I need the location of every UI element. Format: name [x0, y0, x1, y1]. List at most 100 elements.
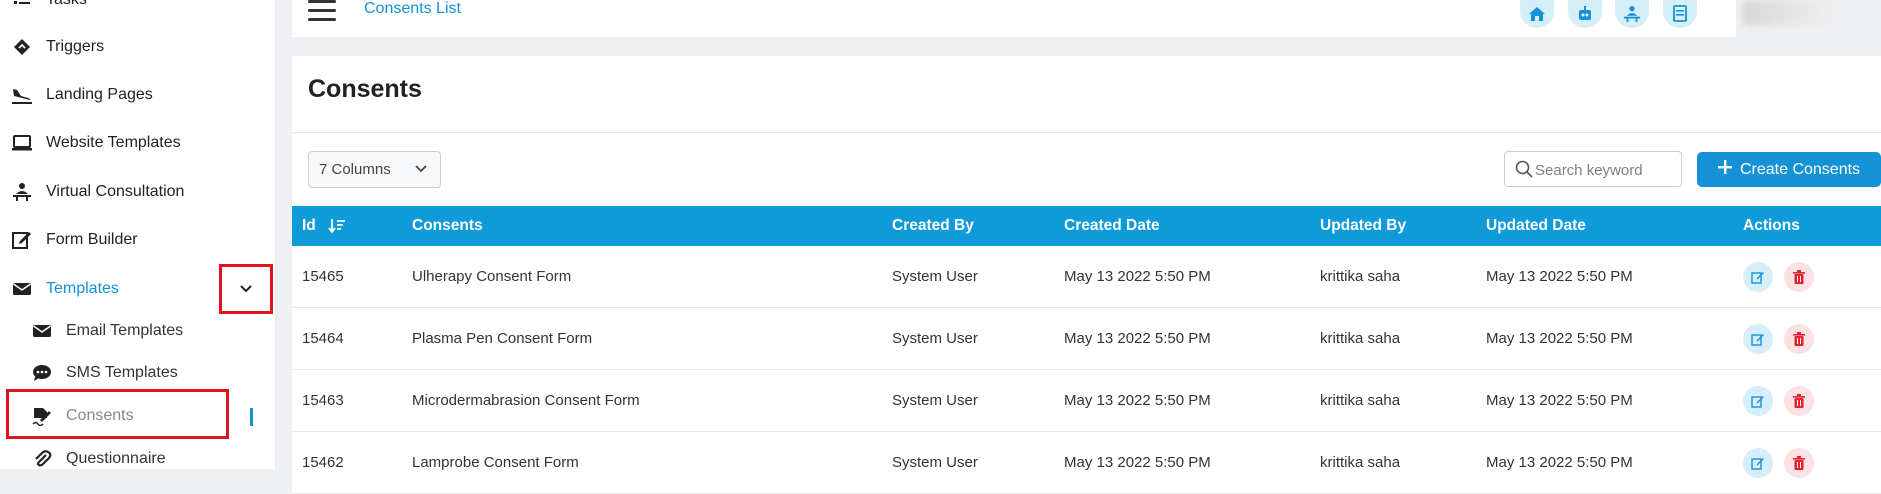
- robot-icon[interactable]: [1568, 0, 1602, 28]
- delete-button[interactable]: [1784, 262, 1814, 292]
- table-header: Id Consents Created By Created Date Upda…: [292, 206, 1881, 246]
- trash-icon: [1793, 394, 1805, 408]
- columns-select[interactable]: 7 Columns: [308, 151, 441, 188]
- highlight-box: [6, 389, 229, 439]
- plane-landing-icon: [10, 83, 34, 107]
- edit-button[interactable]: [1743, 448, 1773, 478]
- top-bar: Consents List: [292, 0, 1736, 38]
- delete-button[interactable]: [1784, 386, 1814, 416]
- cell-id: 15463: [302, 392, 344, 409]
- column-header-created-by[interactable]: Created By: [892, 206, 974, 246]
- cell-updated-by: krittika saha: [1320, 454, 1401, 471]
- cell-updated-date: May 13 2022 5:50 PM: [1486, 392, 1633, 409]
- cell-consent-name[interactable]: Plasma Pen Consent Form: [412, 308, 592, 370]
- cell-updated-date: May 13 2022 5:50 PM: [1486, 268, 1633, 285]
- trigger-icon: [10, 35, 34, 59]
- table-row[interactable]: 15462 Lamprobe Consent Form System User …: [292, 432, 1881, 494]
- edit-icon: [1751, 458, 1764, 470]
- edit-button[interactable]: [1743, 262, 1773, 292]
- edit-button[interactable]: [1743, 324, 1773, 354]
- create-consents-button[interactable]: Create Consents: [1697, 152, 1881, 187]
- cell-created-date: May 13 2022 5:50 PM: [1064, 454, 1211, 471]
- sidebar-item-website-templates[interactable]: Website Templates: [0, 123, 276, 163]
- columns-select-value: 7 Columns: [319, 161, 391, 178]
- column-header-consents[interactable]: Consents: [412, 206, 483, 246]
- home-icon[interactable]: [1520, 0, 1554, 28]
- trash-icon: [1793, 456, 1805, 470]
- sidebar-item-form-builder[interactable]: Form Builder: [0, 220, 276, 260]
- consultation-icon: [10, 180, 34, 204]
- table-row[interactable]: 15465 Ulherapy Consent Form System User …: [292, 246, 1881, 308]
- hamburger-menu-icon[interactable]: [308, 0, 336, 22]
- sidebar-item-questionnaire[interactable]: Questionnaire: [0, 439, 276, 479]
- breadcrumb[interactable]: Consents List: [364, 0, 461, 18]
- cell-created-date: May 13 2022 5:50 PM: [1064, 330, 1211, 347]
- cell-created-by: System User: [892, 454, 978, 471]
- search-box[interactable]: [1504, 151, 1682, 187]
- search-input[interactable]: [1535, 159, 1675, 181]
- column-header-updated-by[interactable]: Updated By: [1320, 206, 1406, 246]
- sidebar-item-email-templates[interactable]: Email Templates: [0, 311, 276, 351]
- column-header-updated-date[interactable]: Updated Date: [1486, 206, 1586, 246]
- cell-created-by: System User: [892, 330, 978, 347]
- cell-created-by: System User: [892, 392, 978, 409]
- chevron-down-icon: [414, 162, 428, 180]
- envelope-icon: [10, 277, 34, 301]
- trash-icon: [1793, 270, 1805, 284]
- sort-desc-icon[interactable]: [328, 218, 346, 234]
- edit-button[interactable]: [1743, 386, 1773, 416]
- envelope-icon: [30, 319, 54, 343]
- cell-created-date: May 13 2022 5:50 PM: [1064, 268, 1211, 285]
- cell-updated-by: krittika saha: [1320, 330, 1401, 347]
- tasks-icon: [10, 0, 34, 12]
- plus-icon: [1717, 160, 1732, 179]
- sidebar-item-label: Templates: [46, 280, 119, 297]
- sidebar-item-label: Tasks: [46, 0, 87, 9]
- sidebar-item-label: Triggers: [46, 38, 105, 55]
- cell-updated-date: May 13 2022 5:50 PM: [1486, 330, 1633, 347]
- trash-icon: [1793, 332, 1805, 346]
- column-header-actions: Actions: [1743, 217, 1800, 234]
- cell-consent-name[interactable]: Lamprobe Consent Form: [412, 432, 579, 494]
- edit-icon: [1751, 396, 1764, 408]
- cell-consent-name[interactable]: Microdermabrasion Consent Form: [412, 370, 640, 432]
- table-row[interactable]: 15463 Microdermabrasion Consent Form Sys…: [292, 370, 1881, 432]
- sidebar-item-sms-templates[interactable]: SMS Templates: [0, 353, 276, 393]
- table-row[interactable]: 15464 Plasma Pen Consent Form System Use…: [292, 308, 1881, 370]
- consents-card: Consents 7 Columns Create Consents Id Co…: [292, 56, 1881, 494]
- cell-created-by: System User: [892, 268, 978, 285]
- chat-icon: [30, 361, 54, 385]
- chevron-down-icon[interactable]: [236, 281, 256, 297]
- scroll-indicator: [250, 408, 253, 426]
- search-icon: [1515, 160, 1533, 183]
- delete-button[interactable]: [1784, 448, 1814, 478]
- column-header-created-date[interactable]: Created Date: [1064, 206, 1160, 246]
- cell-consent-name[interactable]: Ulherapy Consent Form: [412, 246, 571, 308]
- cell-updated-by: krittika saha: [1320, 268, 1401, 285]
- column-header-id[interactable]: Id: [302, 206, 345, 246]
- cell-id: 15464: [302, 330, 344, 347]
- sidebar-item-label: Questionnaire: [66, 450, 166, 467]
- sidebar-item-triggers[interactable]: Triggers: [0, 27, 276, 67]
- sidebar-item-label: Website Templates: [46, 134, 181, 151]
- consultation-icon[interactable]: [1615, 0, 1649, 28]
- cell-id: 15462: [302, 454, 344, 471]
- cell-updated-by: krittika saha: [1320, 392, 1401, 409]
- sidebar-item-tasks[interactable]: Tasks: [0, 0, 276, 20]
- cell-created-date: May 13 2022 5:50 PM: [1064, 392, 1211, 409]
- sidebar-item-label: Form Builder: [46, 231, 138, 248]
- sidebar-item-label: Email Templates: [66, 322, 184, 339]
- edit-form-icon: [10, 228, 34, 252]
- sidebar-item-label: Virtual Consultation: [46, 183, 185, 200]
- sidebar-item-landing-pages[interactable]: Landing Pages: [0, 75, 276, 115]
- cell-id: 15465: [302, 268, 344, 285]
- divider: [292, 132, 1881, 133]
- document-icon[interactable]: [1663, 0, 1697, 28]
- avatar[interactable]: [1742, 0, 1832, 26]
- delete-button[interactable]: [1784, 324, 1814, 354]
- sidebar-item-label: Landing Pages: [46, 86, 153, 103]
- edit-icon: [1751, 334, 1764, 346]
- cell-updated-date: May 13 2022 5:50 PM: [1486, 454, 1633, 471]
- sidebar-item-virtual-consultation[interactable]: Virtual Consultation: [0, 172, 276, 212]
- sidebar: Tasks Triggers Landing Pages Website Tem…: [0, 0, 276, 469]
